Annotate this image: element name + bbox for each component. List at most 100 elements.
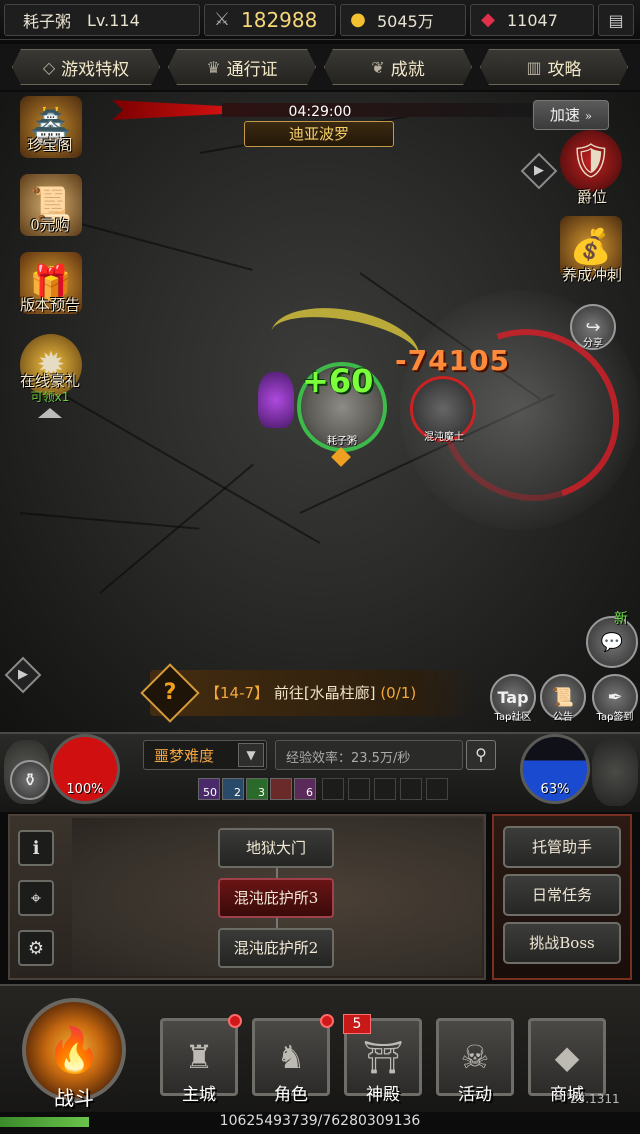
buff-slot-empty bbox=[426, 778, 448, 800]
tab-label: 成就 bbox=[390, 59, 425, 80]
rank-button[interactable]: 🛡 bbox=[560, 130, 622, 192]
nav-label: 战斗 bbox=[54, 1086, 94, 1110]
quest-text[interactable]: 【14-7】 前往[水晶柱廊] (0/1) bbox=[205, 682, 416, 703]
hero-name: 耗子粥 bbox=[327, 436, 357, 447]
crossed-swords-icon: ⚔ bbox=[213, 9, 231, 30]
helmet-emblem-icon: 🛡 bbox=[569, 141, 613, 181]
map-node-chaos-sanctuary-3[interactable]: 混沌庇护所3 bbox=[218, 878, 334, 918]
gem-value: 11047 bbox=[507, 10, 558, 30]
mp-percent: 63% bbox=[540, 782, 570, 797]
left-menu-label: 0元购 bbox=[30, 216, 70, 234]
potion-button[interactable]: ⚱ bbox=[10, 760, 50, 800]
exp-rate-field: 经验效率：23.5万/秒 bbox=[275, 740, 463, 770]
chat-button[interactable]: 💬 bbox=[586, 616, 638, 668]
castle-icon: ♜ bbox=[184, 1038, 214, 1076]
notification-dot bbox=[228, 1014, 242, 1028]
collapse-up-icon[interactable] bbox=[38, 408, 62, 418]
gear-icon: ⚙ bbox=[27, 937, 45, 959]
search-button[interactable]: ⚲ bbox=[466, 740, 496, 770]
feather-icon: ✒ bbox=[607, 686, 623, 708]
chest-icon: ▤ bbox=[608, 10, 624, 30]
zone-name: 迪亚波罗 bbox=[244, 121, 394, 147]
player-name: 耗子粥 bbox=[23, 12, 72, 31]
notice-label: 公告 bbox=[553, 712, 573, 723]
gold-display[interactable]: ● 5045万 bbox=[340, 4, 466, 36]
nav-label: 活动 bbox=[458, 1085, 492, 1105]
claimable-count: 可领x1 bbox=[30, 390, 70, 404]
tab-label: 通行证 bbox=[226, 59, 278, 80]
power-value: 182988 bbox=[241, 8, 318, 32]
player-info[interactable]: 耗子粥 Lv.114 bbox=[4, 4, 200, 36]
crown-icon: ♛ bbox=[206, 57, 221, 77]
power-display: ⚔ 182988 bbox=[204, 4, 336, 36]
speedup-label: 加速 bbox=[549, 106, 580, 124]
map-node-hell-gate[interactable]: 地狱大门 bbox=[218, 828, 334, 868]
wings-icon: ❦ bbox=[371, 57, 385, 77]
demon-mask-icon: ☠ bbox=[460, 1038, 490, 1076]
tap-signin-label: Tap签到 bbox=[596, 712, 634, 723]
tab-battle-pass[interactable]: ♛ 通行证 bbox=[168, 49, 316, 85]
tap-logo-icon: Tap bbox=[497, 687, 529, 707]
flame-icon: 🔥 bbox=[46, 1025, 102, 1076]
gold-chest-icon: 💰 bbox=[569, 227, 613, 267]
purple-potion-icon bbox=[258, 372, 294, 428]
player-level: Lv.114 bbox=[87, 10, 140, 30]
difficulty-select[interactable]: 噩梦难度 ▼ bbox=[143, 740, 267, 770]
notification-dot bbox=[320, 1014, 334, 1028]
new-badge: 新 bbox=[614, 611, 628, 627]
quest-progress: (0/1) bbox=[380, 684, 417, 702]
quest-stage: 【14-7】 bbox=[205, 684, 270, 702]
temple-badge: 5 bbox=[343, 1014, 371, 1034]
tab-achievements[interactable]: ❦ 成就 bbox=[324, 49, 472, 85]
chevron-right-icon: ▶ bbox=[534, 163, 544, 178]
info-button[interactable]: ℹ bbox=[18, 830, 54, 866]
difficulty-value: 噩梦难度 bbox=[154, 747, 215, 765]
daily-tasks-button[interactable]: 日常任务 bbox=[503, 874, 621, 916]
right-menu-label: 爵位 bbox=[576, 188, 607, 206]
search-icon: ⚲ bbox=[475, 745, 487, 764]
buff-slot[interactable]: 50 bbox=[198, 778, 220, 800]
tab-guide[interactable]: ▥ 攻略 bbox=[480, 49, 628, 85]
enemy-name: 混沌魔士 bbox=[424, 432, 464, 443]
temple-icon: ⛩ bbox=[362, 1038, 404, 1076]
speedup-button[interactable]: 加速 » bbox=[533, 100, 609, 130]
chat-bubble-icon: 💬 bbox=[600, 631, 624, 653]
info-icon: ℹ bbox=[32, 837, 40, 859]
buff-slot[interactable]: 3 bbox=[246, 778, 268, 800]
tab-privileges[interactable]: ◇ 游戏特权 bbox=[12, 49, 160, 85]
left-menu-label: 珍宝阁 bbox=[27, 136, 73, 154]
location-pin-icon: ⌖ bbox=[30, 887, 42, 909]
heal-number: +60 bbox=[302, 362, 374, 400]
question-mark-icon: ? bbox=[163, 680, 177, 705]
chevron-right-icon: ▶ bbox=[18, 667, 28, 682]
settings-button[interactable]: ⚙ bbox=[18, 930, 54, 966]
gem-display[interactable]: ◆ 11047 bbox=[470, 4, 594, 36]
hp-percent: 100% bbox=[66, 782, 104, 797]
nav-label: 神殿 bbox=[366, 1085, 400, 1105]
potion-icon: ⚱ bbox=[22, 769, 38, 791]
nav-label: 主城 bbox=[182, 1085, 216, 1105]
challenge-boss-button[interactable]: 挑战Boss bbox=[503, 922, 621, 964]
buff-slot-empty bbox=[400, 778, 422, 800]
buff-slot[interactable]: 6 bbox=[294, 778, 316, 800]
buff-slot[interactable]: 2 bbox=[222, 778, 244, 800]
menu-button[interactable]: ▤ bbox=[598, 4, 634, 36]
quest-objective: 前往[水晶柱廊] bbox=[273, 684, 376, 702]
nav-label: 角色 bbox=[274, 1085, 308, 1105]
gold-coin-icon: ● bbox=[350, 9, 366, 30]
gem-icon: ◆ bbox=[481, 9, 495, 30]
buff-slot[interactable] bbox=[270, 778, 292, 800]
buff-slot-empty bbox=[348, 778, 370, 800]
scroll-notice-icon: 📜 bbox=[551, 686, 575, 708]
version-label: 23.1311 bbox=[570, 1092, 620, 1106]
diamond-icon: ◇ bbox=[42, 57, 56, 77]
map-node-chaos-sanctuary-2[interactable]: 混沌庇护所2 bbox=[218, 928, 334, 968]
buff-slot-empty bbox=[374, 778, 396, 800]
tab-label: 攻略 bbox=[547, 59, 582, 80]
location-button[interactable]: ⌖ bbox=[18, 880, 54, 916]
diamond-icon: ◆ bbox=[554, 1038, 580, 1076]
damage-number: -74105 bbox=[395, 344, 511, 377]
auto-assist-button[interactable]: 托管助手 bbox=[503, 826, 621, 868]
horned-helmet-icon: ♞ bbox=[276, 1038, 306, 1076]
gargoyle-right-ornament bbox=[592, 738, 638, 806]
